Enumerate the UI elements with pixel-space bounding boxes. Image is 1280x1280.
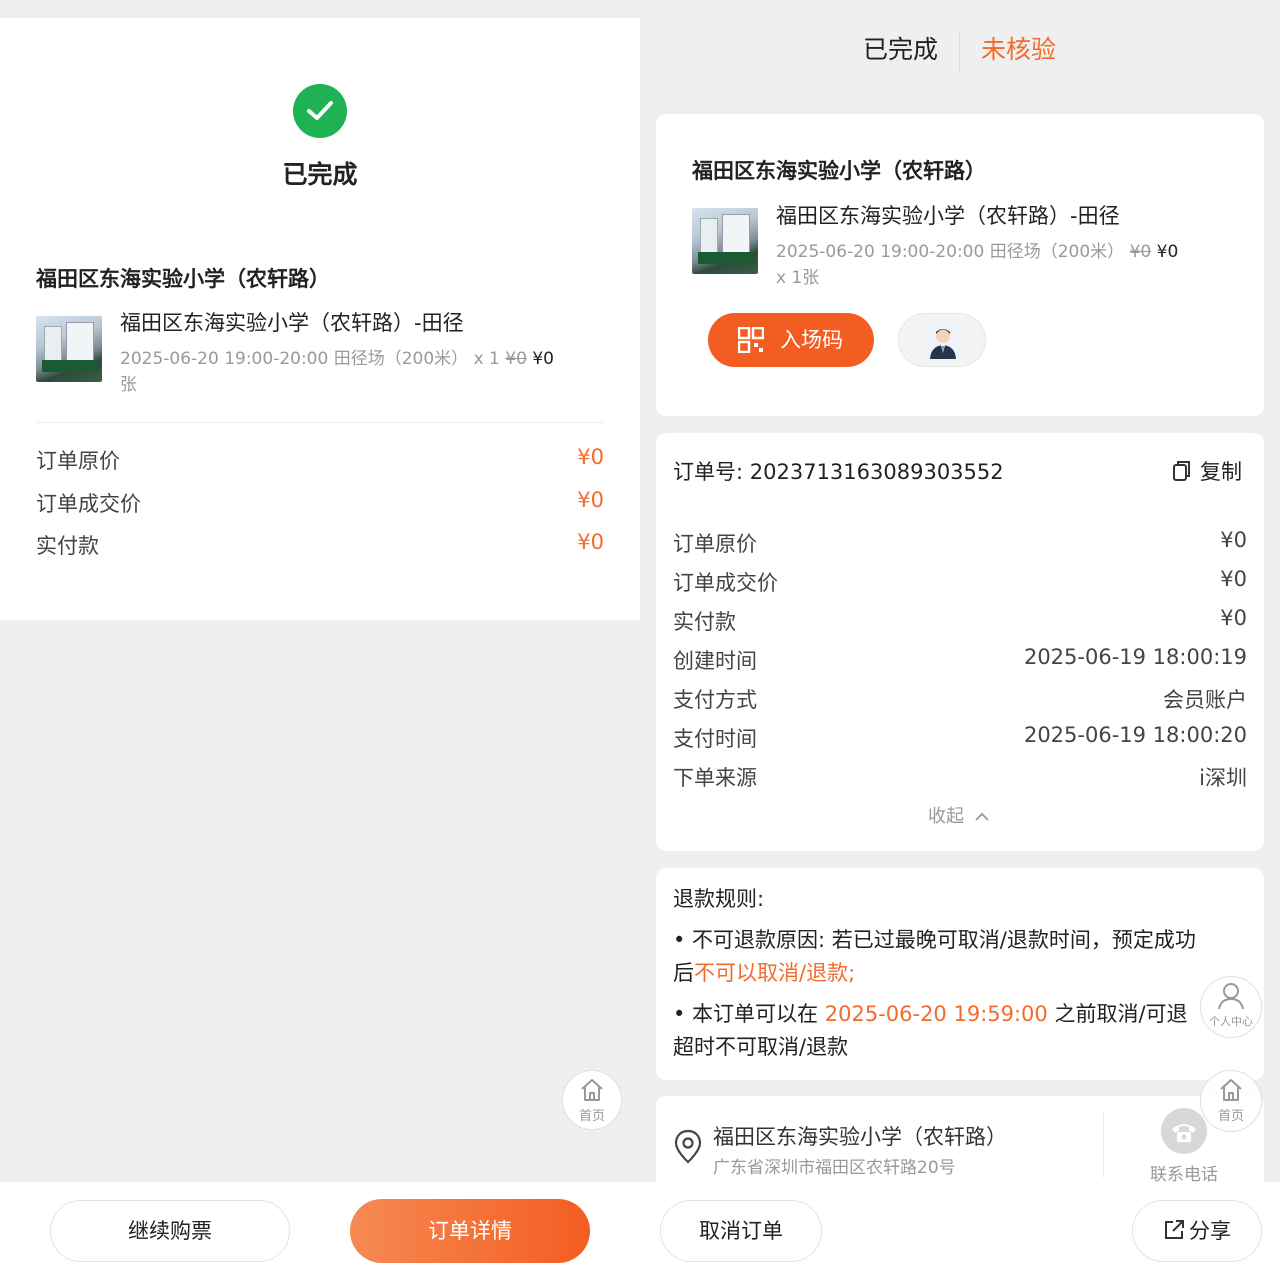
product-meta: 2025-06-20 19:00-20:00 田径场（200米） ¥0 ¥0	[776, 242, 1179, 262]
refund-rule-line: 超时不可取消/退款	[673, 1035, 849, 1059]
price-label-deal: 订单成交价	[36, 492, 141, 516]
detail-label-payment-time: 支付时间	[673, 727, 757, 751]
detail-value-original-price: ¥0	[1220, 528, 1247, 552]
copy-icon	[1173, 461, 1190, 481]
price-label-original: 订单原价	[36, 449, 120, 473]
cancel-order-button[interactable]: 取消订单	[660, 1200, 822, 1262]
order-number-label: 订单号:	[673, 460, 744, 484]
product-price: ¥0	[532, 349, 554, 369]
location-name: 福田区东海实验小学（农轩路）	[713, 1125, 1007, 1149]
avatar	[925, 323, 961, 359]
price-label-paid: 实付款	[36, 534, 99, 558]
collapse-toggle[interactable]: 收起	[928, 802, 990, 828]
detail-label-paid: 实付款	[673, 610, 736, 634]
refund-rule-line: • 本订单可以在 2025-06-20 19:59:00 之前取消/可退	[673, 1002, 1188, 1026]
chevron-up-icon	[975, 812, 989, 821]
detail-value-deal-price: ¥0	[1220, 567, 1247, 591]
order-number: 订单号: 2023713163089303552	[673, 456, 1004, 486]
entry-code-label: 入场码	[780, 328, 843, 352]
entry-code-button[interactable]: 入场码	[708, 313, 874, 367]
home-float-button[interactable]: 首页	[562, 1070, 622, 1130]
tab-separator	[959, 32, 960, 72]
location-pin-icon	[673, 1129, 703, 1169]
status-tabs: 已完成 未核验	[640, 30, 1280, 74]
order-details-button[interactable]: 订单详情	[350, 1199, 590, 1263]
detail-value-created-time: 2025-06-19 18:00:19	[1023, 645, 1247, 669]
continue-buying-button[interactable]: 继续购票	[50, 1200, 290, 1262]
price-value-deal: ¥0	[577, 488, 604, 512]
order-complete-panel: 已完成 福田区东海实验小学（农轩路） 福田区东海实验小学（农轩路）-田径 202…	[0, 0, 640, 1280]
personal-center-label: 个人中心	[1209, 1015, 1253, 1028]
product-quantity: x 1张	[776, 268, 820, 288]
location-address: 广东省深圳市福田区农轩路20号	[713, 1158, 956, 1178]
refund-rules-title: 退款规则:	[673, 887, 765, 911]
detail-value-payment-time: 2025-06-19 18:00:20	[1023, 723, 1247, 747]
home-float-button[interactable]: 首页	[1200, 1070, 1262, 1132]
share-icon	[1165, 1220, 1184, 1239]
user-photo-button[interactable]	[898, 313, 986, 367]
price-value-paid: ¥0	[577, 530, 604, 554]
product-meta: 2025-06-20 19:00-20:00 田径场（200米） x 1 ¥0 …	[120, 349, 554, 369]
detail-value-paid: ¥0	[1220, 606, 1247, 630]
divider	[1103, 1112, 1104, 1178]
detail-label-deal-price: 订单成交价	[673, 571, 778, 595]
detail-value-order-source: i深圳	[1199, 766, 1247, 790]
tab-unverified[interactable]: 未核验	[981, 30, 1056, 66]
detail-label-created-time: 创建时间	[673, 649, 757, 673]
copy-button[interactable]: 复制	[1172, 456, 1242, 486]
home-icon	[581, 1079, 603, 1101]
refund-rule-line: • 不可退款原因: 若已过最晚可取消/退款时间，预定成功	[673, 928, 1196, 952]
order-detail-panel: 已完成 未核验 福田区东海实验小学（农轩路） 福田区东海实验小学（农轩路）-田径…	[640, 0, 1280, 1280]
detail-value-payment-method: 会员账户	[1163, 688, 1247, 712]
venue-title: 福田区东海实验小学（农轩路）	[692, 159, 986, 183]
detail-label-order-source: 下单来源	[673, 766, 757, 790]
price-value-original: ¥0	[577, 445, 604, 469]
product-name: 福田区东海实验小学（农轩路）-田径	[776, 204, 1120, 228]
status-title: 已完成	[282, 160, 358, 189]
order-number-value: 2023713163089303552	[749, 460, 1004, 484]
original-price: ¥0	[1129, 242, 1152, 262]
share-button[interactable]: 分享	[1132, 1200, 1262, 1262]
home-label: 首页	[578, 1109, 605, 1124]
venue-thumbnail	[36, 316, 102, 382]
home-label: 首页	[1217, 1109, 1244, 1124]
collapse-label: 收起	[928, 806, 964, 827]
product-unit: 张	[120, 375, 137, 395]
divider	[36, 422, 604, 423]
refund-rule-line: 后不可以取消/退款;	[673, 961, 856, 985]
product-price: ¥0	[1156, 242, 1179, 262]
venue-thumbnail	[692, 208, 758, 274]
product-name: 福田区东海实验小学（农轩路）-田径	[120, 311, 464, 335]
tab-completed[interactable]: 已完成	[863, 30, 938, 66]
user-icon	[1218, 983, 1244, 1010]
qr-code-icon	[738, 327, 764, 353]
detail-label-payment-method: 支付方式	[673, 688, 757, 712]
success-check-icon	[293, 84, 347, 138]
share-label: 分享	[1189, 1219, 1231, 1243]
venue-title: 福田区东海实验小学（农轩路）	[36, 267, 330, 291]
detail-label-original-price: 订单原价	[673, 532, 757, 556]
copy-label: 复制	[1200, 460, 1242, 484]
original-price: ¥0	[505, 349, 527, 369]
personal-center-float-button[interactable]: 个人中心	[1200, 976, 1262, 1038]
home-icon	[1220, 1079, 1242, 1101]
